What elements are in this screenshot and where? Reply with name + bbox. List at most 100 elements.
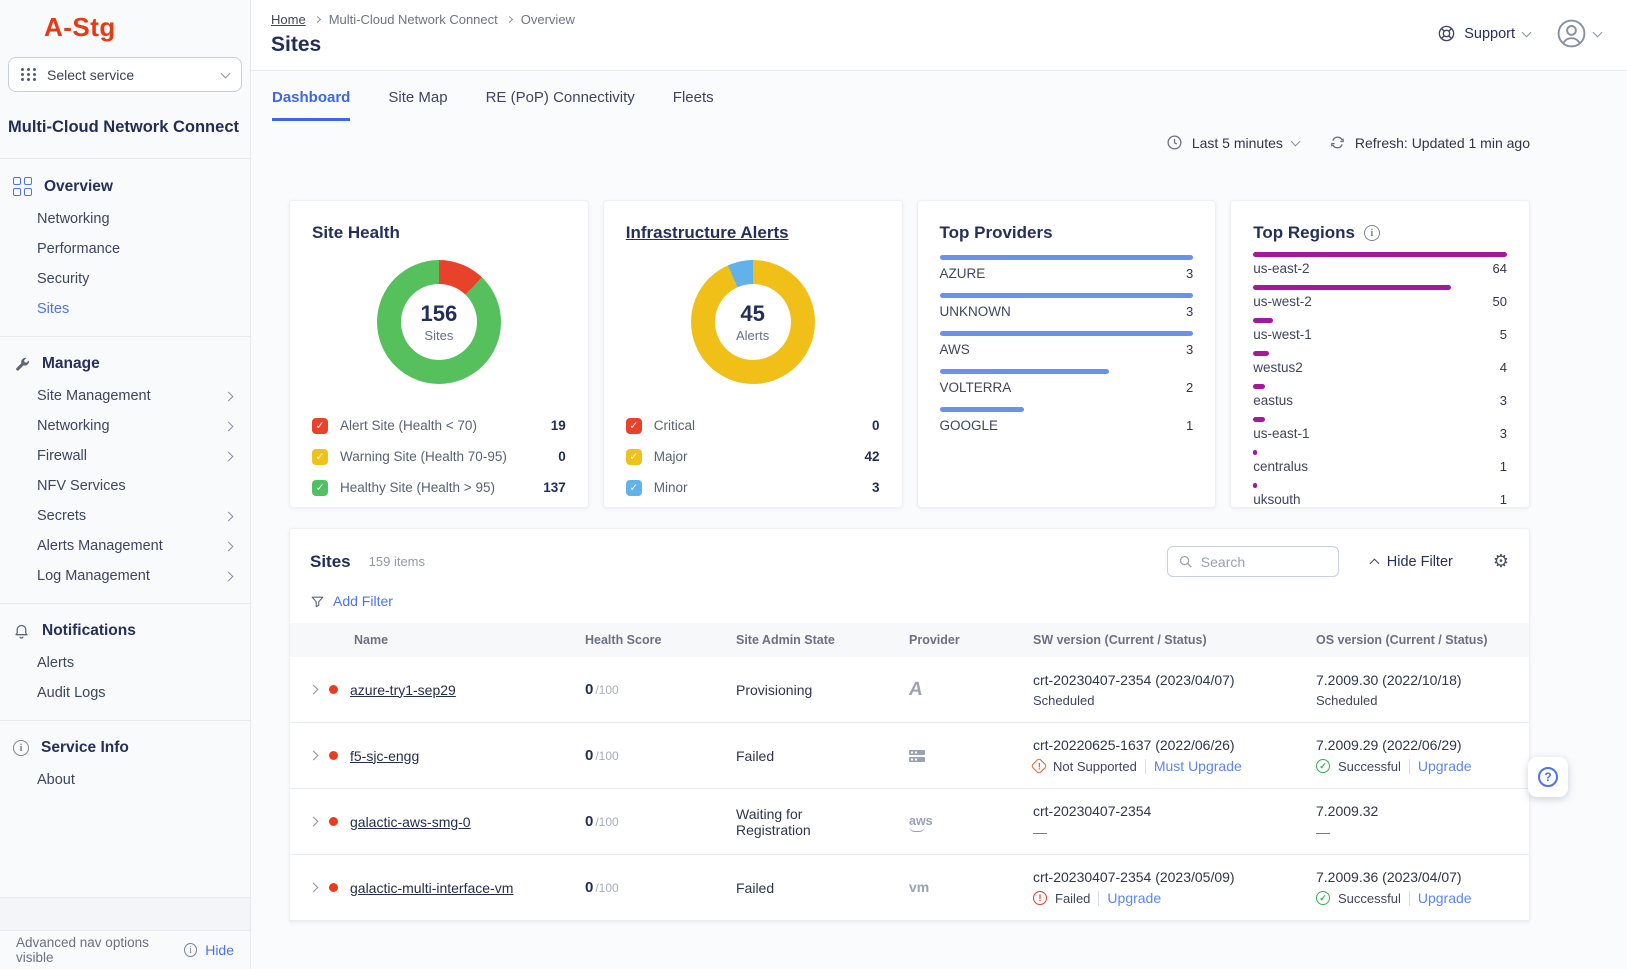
site-link[interactable]: galactic-multi-interface-vm [350, 880, 513, 896]
nav-head-manage[interactable]: Manage [0, 345, 250, 381]
legend-item[interactable]: Critical 0 [626, 410, 880, 441]
service-selector[interactable]: Select service [8, 57, 242, 92]
hide-filter-button[interactable]: Hide Filter [1371, 554, 1453, 570]
tab-re-pop-connectivity[interactable]: RE (PoP) Connectivity [486, 89, 635, 121]
time-range-selector[interactable]: Last 5 minutes [1166, 134, 1299, 151]
health-score: 0 [585, 813, 593, 830]
search-input[interactable] [1201, 554, 1321, 570]
sw-version: crt-20220625-1637 (2022/06/26) [1033, 737, 1316, 753]
expand-row-icon[interactable] [309, 817, 319, 827]
nav-head-label: Manage [42, 355, 100, 373]
sidebar-item-alerts-management[interactable]: Alerts Management [0, 531, 250, 561]
search-box[interactable] [1167, 546, 1339, 577]
sw-status: — [1033, 824, 1316, 840]
legend-item[interactable]: Alert Site (Health < 70) 19 [312, 410, 566, 441]
content: Last 5 minutes Refresh: Updated 1 min ag… [251, 121, 1530, 922]
table-settings-gear-icon[interactable]: ⚙ [1493, 551, 1509, 572]
sw-status: Scheduled [1033, 693, 1094, 708]
chevron-down-icon [1522, 27, 1532, 37]
region-bar-row: us-east-264 [1253, 252, 1507, 276]
chevron-down-icon [1593, 27, 1603, 37]
breadcrumb-home[interactable]: Home [271, 12, 306, 27]
refresh-control[interactable]: Refresh: Updated 1 min ago [1329, 134, 1530, 151]
col-sw-version[interactable]: SW version (Current / Status) [1033, 633, 1316, 647]
main-area: Home Multi-Cloud Network Connect Overvie… [251, 0, 1627, 969]
sidebar-item-performance[interactable]: Performance [0, 234, 250, 264]
admin-state: Provisioning [736, 682, 909, 698]
vmware-icon: vm [909, 879, 929, 895]
col-site-admin-state[interactable]: Site Admin State [736, 633, 909, 647]
tab-fleets[interactable]: Fleets [673, 89, 714, 121]
nav-section-notifications: Notifications Alerts Audit Logs [0, 603, 250, 720]
col-os-version[interactable]: OS version (Current / Status) [1316, 633, 1529, 647]
sidebar-item-networking[interactable]: Networking [0, 204, 250, 234]
hide-nav-link[interactable]: Hide [205, 942, 234, 958]
col-provider[interactable]: Provider [909, 633, 1033, 647]
info-icon: i [184, 943, 197, 957]
sidebar-item-nfv-services[interactable]: NFV Services [0, 471, 250, 501]
table-row: galactic-multi-interface-vm 0/100 Failed… [290, 855, 1529, 921]
site-link[interactable]: galactic-aws-smg-0 [350, 814, 471, 830]
tabs: Dashboard Site Map RE (PoP) Connectivity… [251, 71, 1627, 121]
upgrade-link[interactable]: Upgrade [1418, 758, 1472, 774]
sidebar-item-site-management[interactable]: Site Management [0, 381, 250, 411]
chevron-right-icon [224, 391, 234, 401]
sidebar-item-audit-logs[interactable]: Audit Logs [0, 678, 250, 708]
infrastructure-alerts-link[interactable]: Infrastructure Alerts [626, 223, 789, 243]
admin-state: Failed [736, 748, 909, 764]
nav-head-service-info[interactable]: i Service Info [0, 729, 250, 765]
sidebar-item-sites[interactable]: Sites [0, 294, 250, 324]
admin-state: Failed [736, 880, 909, 896]
col-health-score[interactable]: Health Score [585, 633, 736, 647]
site-link[interactable]: azure-try1-sep29 [350, 682, 456, 698]
region-bar-row: uksouth1 [1253, 483, 1507, 507]
sidebar-footer-band [0, 897, 250, 930]
legend-item[interactable]: Warning Site (Health 70-95) 0 [312, 441, 566, 472]
checkbox-checked[interactable] [312, 449, 328, 465]
health-status-dot [329, 817, 338, 826]
os-version: 7.2009.30 (2022/10/18) [1316, 672, 1529, 688]
tab-site-map[interactable]: Site Map [388, 89, 447, 121]
help-button[interactable]: ? [1528, 757, 1568, 797]
tenant-logo: A-Stg [44, 12, 250, 43]
sidebar-item-networking-manage[interactable]: Networking [0, 411, 250, 441]
add-filter-button[interactable]: Add Filter [290, 583, 1529, 623]
chevron-right-icon [224, 511, 234, 521]
checkbox-checked[interactable] [626, 418, 642, 434]
must-upgrade-link[interactable]: Must Upgrade [1154, 758, 1242, 774]
info-icon[interactable]: i [1364, 225, 1380, 241]
upgrade-link[interactable]: Upgrade [1418, 890, 1472, 906]
card-title: Top Regions [1253, 223, 1355, 243]
legend-item[interactable]: Minor 3 [626, 472, 880, 503]
account-menu[interactable] [1556, 18, 1601, 49]
checkbox-checked[interactable] [312, 418, 328, 434]
breadcrumb: Home Multi-Cloud Network Connect Overvie… [271, 12, 1603, 27]
sidebar-item-firewall[interactable]: Firewall [0, 441, 250, 471]
expand-row-icon[interactable] [309, 685, 319, 695]
tab-dashboard[interactable]: Dashboard [272, 89, 350, 121]
checkbox-checked[interactable] [626, 480, 642, 496]
sidebar-item-about[interactable]: About [0, 765, 250, 795]
expand-row-icon[interactable] [309, 883, 319, 893]
sidebar-nav: Overview Networking Performance Security… [0, 158, 250, 807]
azure-icon: A [907, 679, 924, 701]
checkbox-checked[interactable] [626, 449, 642, 465]
region-bar-row: us-west-15 [1253, 318, 1507, 342]
dashboard-toolbar: Last 5 minutes Refresh: Updated 1 min ag… [289, 134, 1530, 151]
sidebar-item-log-management[interactable]: Log Management [0, 561, 250, 591]
sidebar-item-alerts[interactable]: Alerts [0, 648, 250, 678]
col-name[interactable]: Name [290, 633, 585, 647]
nav-head-notifications[interactable]: Notifications [0, 612, 250, 648]
sidebar-item-secrets[interactable]: Secrets [0, 501, 250, 531]
chevron-down-icon [1290, 136, 1300, 146]
legend-item[interactable]: Healthy Site (Health > 95) 137 [312, 472, 566, 503]
upgrade-link[interactable]: Upgrade [1107, 890, 1161, 906]
site-link[interactable]: f5-sjc-engg [350, 748, 419, 764]
region-bar-row: westus24 [1253, 351, 1507, 375]
sidebar-item-security[interactable]: Security [0, 264, 250, 294]
expand-row-icon[interactable] [309, 751, 319, 761]
nav-head-overview[interactable]: Overview [0, 167, 250, 204]
legend-item[interactable]: Major 42 [626, 441, 880, 472]
checkbox-checked[interactable] [312, 480, 328, 496]
support-menu[interactable]: Support [1437, 24, 1530, 43]
